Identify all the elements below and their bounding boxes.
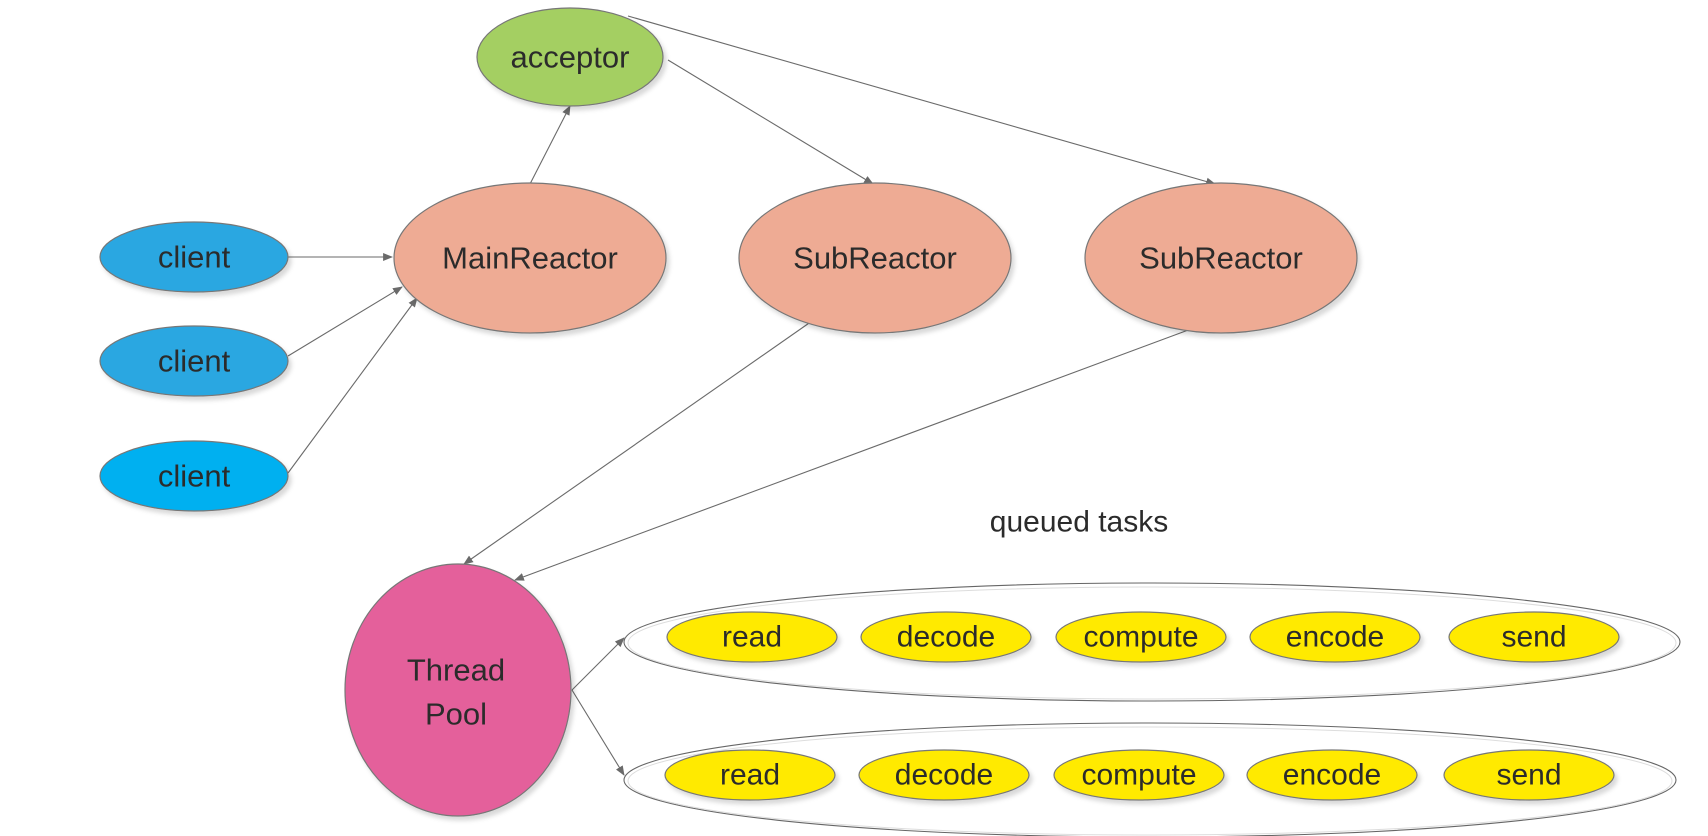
sub-reactor-label: SubReactor bbox=[793, 241, 957, 276]
client-label: client bbox=[158, 459, 231, 494]
task-label: send bbox=[1496, 759, 1561, 792]
edge-acceptor-subreactor2 bbox=[627, 15, 1216, 186]
edge-client3-mainreactor bbox=[287, 297, 418, 474]
thread-pool-label-line2: Pool bbox=[425, 697, 487, 732]
task-read: read bbox=[666, 611, 838, 663]
task-decode: decode bbox=[858, 749, 1030, 801]
sub-reactor-label: SubReactor bbox=[1139, 241, 1303, 276]
task-label: read bbox=[722, 621, 782, 654]
acceptor-label: acceptor bbox=[511, 40, 630, 75]
thread-pool-label-line1: Thread bbox=[407, 653, 505, 688]
edge-client2-mainreactor bbox=[287, 286, 403, 357]
thread-pool-shape bbox=[344, 563, 572, 817]
task-compute: compute bbox=[1055, 611, 1227, 663]
edge-mainreactor-acceptor bbox=[529, 105, 571, 185]
task-queue: read decode compute encode send bbox=[623, 582, 1681, 702]
task-label: compute bbox=[1083, 621, 1198, 654]
task-label: send bbox=[1501, 621, 1566, 654]
sub-reactor-node: SubReactor bbox=[738, 182, 1012, 334]
reactor-diagram: acceptor MainReactor SubReactor SubReact… bbox=[99, 7, 1681, 836]
task-send: send bbox=[1443, 749, 1615, 801]
task-decode: decode bbox=[860, 611, 1032, 663]
task-encode: encode bbox=[1249, 611, 1421, 663]
task-label: encode bbox=[1283, 759, 1381, 792]
task-read: read bbox=[664, 749, 836, 801]
edge-threadpool-queue1 bbox=[571, 637, 625, 691]
task-queue: read decode compute encode send bbox=[623, 722, 1677, 836]
task-label: decode bbox=[897, 621, 995, 654]
client-node: client bbox=[99, 325, 289, 397]
task-label: encode bbox=[1286, 621, 1384, 654]
task-label: compute bbox=[1081, 759, 1196, 792]
task-encode: encode bbox=[1246, 749, 1418, 801]
client-node: client bbox=[99, 221, 289, 293]
main-reactor-node: MainReactor bbox=[393, 182, 667, 334]
edge-acceptor-subreactor1 bbox=[667, 59, 874, 185]
task-label: read bbox=[720, 759, 780, 792]
acceptor-node: acceptor bbox=[476, 7, 664, 107]
queued-tasks-title: queued tasks bbox=[990, 506, 1168, 539]
edge-subreactor1-threadpool bbox=[463, 320, 813, 565]
task-compute: compute bbox=[1053, 749, 1225, 801]
edge-subreactor2-threadpool bbox=[514, 328, 1192, 581]
client-node: client bbox=[99, 440, 289, 512]
sub-reactor-node: SubReactor bbox=[1084, 182, 1358, 334]
thread-pool-node: Thread Pool bbox=[344, 563, 572, 817]
task-send: send bbox=[1448, 611, 1620, 663]
client-label: client bbox=[158, 240, 231, 275]
client-label: client bbox=[158, 344, 231, 379]
task-label: decode bbox=[895, 759, 993, 792]
edge-threadpool-queue2 bbox=[571, 689, 625, 776]
main-reactor-label: MainReactor bbox=[442, 241, 618, 276]
